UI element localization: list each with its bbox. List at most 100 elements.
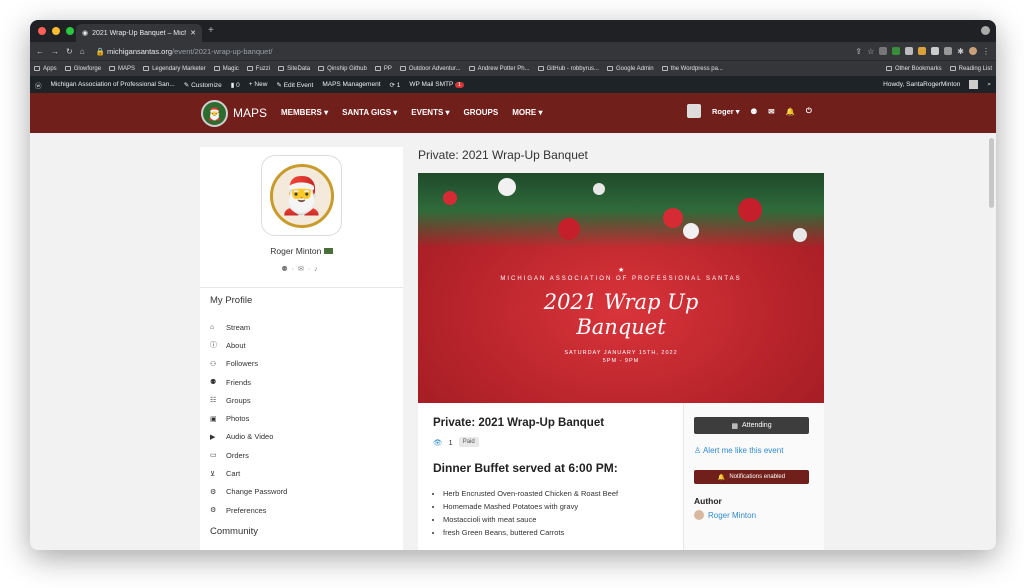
extension-icon[interactable] <box>918 47 927 55</box>
wordpress-icon: ◉ <box>82 30 89 37</box>
wp-avatar[interactable] <box>969 80 979 89</box>
event-body: Private: 2021 Wrap-Up Banquet 👁 1 Paid Din… <box>418 403 824 550</box>
forward-icon[interactable]: → <box>51 47 59 56</box>
sidebar-item-cart[interactable]: ⊻ Cart <box>210 464 287 482</box>
bookmark-item[interactable]: Outdoor Adventur... <box>399 66 461 72</box>
mail-icon[interactable]: ✉ <box>768 107 774 116</box>
sidebar-item-photos[interactable]: ▣ Photos <box>210 409 287 427</box>
bell-icon[interactable]: ♪ <box>314 266 322 273</box>
friends-icon[interactable]: ⚉ <box>751 107 758 116</box>
wp-comments-link[interactable]: ▮ 0 <box>231 81 240 89</box>
profile-sidebar: 🎅 Roger Minton ⚉·✉·♪ My Profile ⌂ Stream ⓘ… <box>200 147 403 550</box>
bookmark-item[interactable]: PP <box>374 66 392 72</box>
bookmark-item[interactable]: Glowforge <box>64 66 101 72</box>
nav-item-events[interactable]: EVENTS ▾ <box>411 108 449 117</box>
folder-icon <box>661 66 668 71</box>
bookmark-item[interactable]: Reading List <box>949 66 992 72</box>
brand-name[interactable]: MAPS <box>233 106 267 120</box>
power-icon[interactable]: ⏻ <box>806 106 812 116</box>
eye-icon: 👁 <box>433 437 443 447</box>
notifications-button[interactable]: 🔔 Notifications enabled <box>694 470 809 484</box>
user-menu[interactable]: Roger ▾ <box>712 107 740 116</box>
sidebar-item-audio-video[interactable]: ▶ Audio & Video <box>210 428 287 446</box>
wp-site-link[interactable]: Michigan Association of Professional San… <box>51 81 175 88</box>
scrollbar[interactable] <box>989 138 994 208</box>
star-icon[interactable]: ☆ <box>867 47 874 56</box>
bookmark-item[interactable]: Apps <box>34 66 57 72</box>
sidebar-item-about[interactable]: ⓘ About <box>210 336 287 354</box>
nav-item-santa-gigs[interactable]: SANTA GIGS ▾ <box>342 108 397 117</box>
author-avatar <box>694 510 704 520</box>
alert-link[interactable]: ♙ Alert me like this event <box>694 446 814 455</box>
folder-icon <box>143 66 150 71</box>
profile-avatar[interactable] <box>969 47 977 55</box>
sidebar-item-preferences[interactable]: ⚙ Preferences <box>210 501 287 519</box>
profile-picture[interactable]: 🎅 <box>261 155 342 236</box>
extension-icon[interactable] <box>879 47 888 55</box>
sidebar-item-groups[interactable]: ☷ Groups <box>210 391 287 409</box>
close-window-button[interactable] <box>38 27 46 35</box>
groups-icon: ☷ <box>210 397 217 405</box>
nav-item-groups[interactable]: GROUPS <box>464 108 499 117</box>
wp-howdy-link[interactable]: Howdy, SantaRogerMinton <box>883 81 960 88</box>
extension-icon[interactable] <box>931 47 940 55</box>
profile-name[interactable]: Roger Minton <box>200 246 403 256</box>
bookmark-item[interactable]: Legendary Marketer <box>143 66 206 72</box>
reload-icon[interactable]: ↻ <box>66 47 73 56</box>
user-avatar[interactable] <box>687 104 701 118</box>
nav-item-more[interactable]: MORE ▾ <box>512 108 542 117</box>
bookmark-item[interactable]: SiteData <box>278 66 310 72</box>
bookmark-item[interactable]: GitHub - robbyrus... <box>537 66 599 72</box>
ornament <box>593 183 605 195</box>
extension-icon[interactable] <box>892 47 901 55</box>
extension-icon[interactable] <box>905 47 914 55</box>
wp-smtp-link[interactable]: WP Mail SMTP 1 <box>409 81 465 88</box>
close-tab-icon[interactable]: ✕ <box>190 29 196 37</box>
attending-button[interactable]: ▦ Attending <box>694 417 809 434</box>
bell-icon[interactable]: 🔔 <box>786 107 795 116</box>
extensions-bar: ⇪ ☆ ✱ ⋮ <box>855 47 990 56</box>
share-icon[interactable]: ⇪ <box>855 47 862 56</box>
bookmark-item[interactable]: the Wordpress pa... <box>661 66 723 72</box>
smtp-badge: 1 <box>455 82 465 88</box>
video-icon: ▶ <box>210 433 216 441</box>
sidebar-item-orders[interactable]: ▭ Orders <box>210 446 287 464</box>
nav-item-members[interactable]: MEMBERS ▾ <box>281 108 328 117</box>
sidebar-item-followers[interactable]: ⚇ Followers <box>210 355 287 373</box>
wp-maps-link[interactable]: MAPS Management <box>322 81 380 88</box>
sidebar-item-change-password[interactable]: ⚙ Change Password <box>210 483 287 501</box>
bookmark-item[interactable]: MAPS <box>109 66 135 72</box>
bookmark-item[interactable]: Andrew Potter Ph... <box>468 66 530 72</box>
maps-logo[interactable]: 🎅 <box>201 100 228 127</box>
gear-icon: ⚙ <box>210 488 217 496</box>
extension-icon[interactable] <box>944 47 953 55</box>
puzzle-icon[interactable]: ✱ <box>957 47 964 56</box>
home-icon[interactable]: ⌂ <box>80 47 85 56</box>
back-icon[interactable]: ← <box>36 47 44 56</box>
browser-tab[interactable]: ◉ 2021 Wrap-Up Banquet – Mich ✕ <box>76 24 202 42</box>
bookmark-item[interactable]: Other Bookmarks <box>885 66 942 72</box>
sidebar-item-friends[interactable]: ⚉ Friends <box>210 373 287 391</box>
bookmark-item[interactable]: Magic <box>213 66 239 72</box>
search-icon[interactable]: ⌕ <box>987 81 991 89</box>
new-tab-button[interactable]: + <box>208 25 214 36</box>
bookmark-item[interactable]: Qinship Github <box>318 66 367 72</box>
wp-customize-link[interactable]: ✎ Customize <box>184 81 222 89</box>
author-link[interactable]: Roger Minton <box>694 510 814 520</box>
mail-icon[interactable]: ✉ <box>298 266 308 273</box>
paid-badge: Paid <box>458 437 479 447</box>
wordpress-logo-icon[interactable]: ⓦ <box>35 80 42 90</box>
maximize-window-button[interactable] <box>66 27 74 35</box>
url-field[interactable]: 🔒 michigansantas.org/event/2021-wrap-up-… <box>96 47 273 56</box>
ornament <box>663 208 683 228</box>
bookmark-item[interactable]: Fuzzi <box>246 66 270 72</box>
banner-date: SATURDAY JANUARY 15TH, 2022 5PM - 9PM <box>564 350 678 364</box>
bookmark-item[interactable]: Google Admin <box>606 66 654 72</box>
sidebar-item-stream[interactable]: ⌂ Stream <box>210 318 287 336</box>
menu-dots-icon[interactable]: ⋮ <box>982 47 990 56</box>
wp-edit-link[interactable]: ✎ Edit Event <box>276 81 313 89</box>
minimize-window-button[interactable] <box>52 27 60 35</box>
wp-new-link[interactable]: + New <box>249 81 268 88</box>
friends-icon[interactable]: ⚉ <box>281 266 291 273</box>
wp-updates-link[interactable]: ⟳ 1 <box>390 81 401 89</box>
